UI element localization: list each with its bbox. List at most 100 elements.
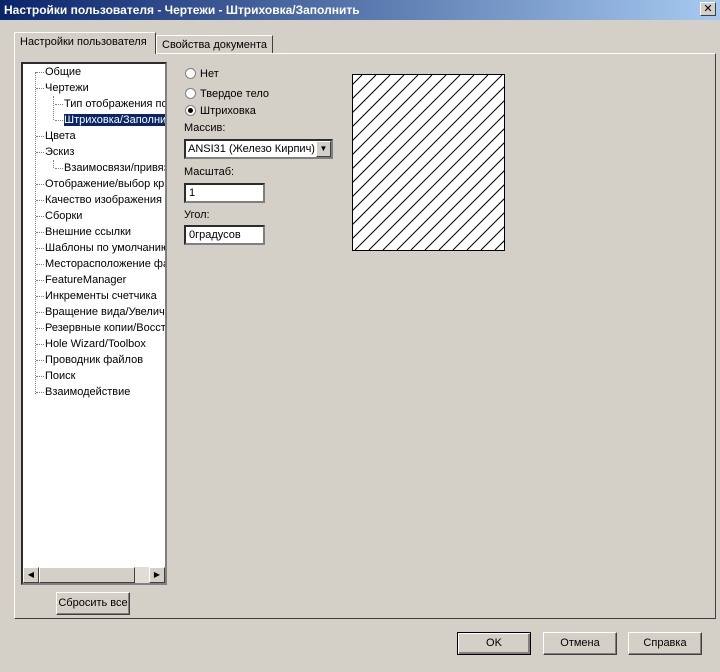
radio-label: Нет bbox=[200, 68, 219, 80]
cancel-button[interactable]: Отмена bbox=[543, 632, 617, 655]
tree-item[interactable]: Шаблоны по умолчанию bbox=[45, 240, 167, 256]
ok-label: OK bbox=[486, 637, 502, 649]
tree-line bbox=[36, 376, 44, 377]
radio-label: Штриховка bbox=[200, 105, 256, 117]
tree-line bbox=[36, 296, 44, 297]
radio-hatch[interactable]: Штриховка bbox=[185, 103, 256, 119]
scroll-left-button[interactable]: ◀ bbox=[23, 567, 39, 583]
tree-line bbox=[55, 168, 63, 169]
tree-line bbox=[35, 72, 36, 394]
tree-item[interactable]: Общие bbox=[45, 64, 81, 80]
tree-item-label: Штриховка/Заполни bbox=[64, 114, 167, 126]
close-button[interactable]: ✕ bbox=[700, 2, 716, 16]
tab-document-properties[interactable]: Свойства документа bbox=[156, 35, 273, 54]
tree-line bbox=[36, 216, 44, 217]
cancel-label: Отмена bbox=[560, 637, 600, 649]
pattern-select[interactable]: ANSI31 (Железо Кирпич) ▼ bbox=[184, 139, 333, 159]
hatch-preview bbox=[352, 74, 505, 251]
tree-item-label: Шаблоны по умолчанию bbox=[45, 242, 167, 254]
tree-line bbox=[36, 200, 44, 201]
tree-item-label: Поиск bbox=[45, 370, 76, 382]
tree-item[interactable]: Вращение вида/Увелич bbox=[45, 304, 165, 320]
tree-line bbox=[36, 328, 44, 329]
tree-item-label: Цвета bbox=[45, 130, 76, 142]
ok-button[interactable]: OK bbox=[457, 632, 531, 655]
hatch-line bbox=[494, 240, 504, 250]
reset-all-button[interactable]: Сбросить все bbox=[56, 592, 130, 615]
tree-line bbox=[55, 104, 63, 105]
tree-line bbox=[36, 392, 44, 393]
tree-item[interactable]: Проводник файлов bbox=[45, 352, 143, 368]
tree-item[interactable]: Отображение/выбор кр bbox=[45, 176, 164, 192]
scale-input[interactable]: 1 bbox=[184, 183, 265, 203]
tree-line bbox=[53, 160, 54, 168]
tree-item-label: Эскиз bbox=[45, 146, 75, 158]
radio-solid[interactable]: Твердое тело bbox=[185, 86, 269, 102]
tree-item[interactable]: Hole Wizard/Toolbox bbox=[45, 336, 146, 352]
tree-line bbox=[36, 136, 44, 137]
hatch-line bbox=[353, 75, 461, 183]
tree-item[interactable]: Инкременты счетчика bbox=[45, 288, 157, 304]
scroll-thumb[interactable] bbox=[39, 567, 135, 583]
pattern-value: ANSI31 (Железо Кирпич) bbox=[188, 143, 315, 155]
tree-line bbox=[36, 248, 44, 249]
tree-item[interactable]: Сборки bbox=[45, 208, 82, 224]
tree-item[interactable]: Поиск bbox=[45, 368, 75, 384]
hatch-line bbox=[353, 75, 489, 211]
tree-item[interactable]: Качество изображения bbox=[45, 192, 162, 208]
tree-item[interactable]: Внешние ссылки bbox=[45, 224, 131, 240]
tree-item-label: Общие bbox=[45, 66, 82, 78]
tree-line bbox=[36, 312, 44, 313]
hatch-line bbox=[452, 198, 504, 250]
tab-user-settings[interactable]: Настройки пользователя bbox=[14, 32, 156, 54]
hatch-line bbox=[353, 75, 419, 141]
tree-item-label: Чертежи bbox=[45, 82, 89, 94]
tree-item[interactable]: Взаимосвязи/привяз bbox=[64, 160, 165, 176]
tree-line bbox=[36, 280, 44, 281]
tree-item[interactable]: Резервные копии/Восст bbox=[45, 320, 166, 336]
tree-item[interactable]: Штриховка/Заполни bbox=[64, 112, 167, 128]
tree-item-label: Качество изображения bbox=[45, 194, 162, 206]
tree-item[interactable]: Цвета bbox=[45, 128, 76, 144]
tree-item[interactable]: Месторасположение фа bbox=[45, 256, 167, 272]
tree-item-label: Резервные копии/Восст bbox=[45, 322, 166, 334]
radio-circle-icon bbox=[185, 68, 196, 79]
tree-item-label: Сборки bbox=[45, 210, 83, 222]
radio-none[interactable]: Нет bbox=[185, 66, 219, 82]
scale-value: 1 bbox=[189, 187, 196, 199]
tree-line bbox=[36, 264, 44, 265]
reset-all-label: Сбросить все bbox=[58, 597, 128, 609]
tab-label: Настройки пользователя bbox=[20, 36, 147, 48]
hatch-line bbox=[438, 184, 504, 250]
tree-item[interactable]: Взаимодействие bbox=[45, 384, 130, 400]
angle-label: Угол: bbox=[184, 209, 210, 221]
tree-item-label: Отображение/выбор кр bbox=[45, 178, 165, 190]
radio-circle-icon bbox=[185, 88, 196, 99]
tree-item-label: Проводник файлов bbox=[45, 354, 144, 366]
scroll-right-button[interactable]: ▶ bbox=[149, 567, 165, 583]
tree-horizontal-scrollbar[interactable]: ◀ ▶ bbox=[23, 567, 165, 583]
tree-item-label: Вращение вида/Увелич bbox=[45, 306, 165, 318]
tree-line bbox=[36, 344, 44, 345]
close-icon: ✕ bbox=[703, 3, 713, 15]
tree-line bbox=[55, 120, 63, 121]
tree-item-label: FeatureManager bbox=[45, 274, 127, 286]
tree-item[interactable]: Тип отображения по bbox=[64, 96, 165, 112]
chevron-down-icon[interactable]: ▼ bbox=[316, 141, 331, 157]
angle-input[interactable]: 0градусов bbox=[184, 225, 265, 245]
hatch-line bbox=[368, 114, 504, 250]
hatch-line bbox=[353, 86, 504, 239]
hatch-line bbox=[396, 142, 504, 250]
tree-line bbox=[53, 96, 54, 120]
tree-item[interactable]: Эскиз bbox=[45, 144, 74, 160]
arrow-left-icon: ◀ bbox=[27, 570, 35, 579]
tree-line bbox=[36, 360, 44, 361]
tree-line bbox=[36, 72, 44, 73]
help-button[interactable]: Справка bbox=[628, 632, 702, 655]
options-tree[interactable]: Общие Чертежи Тип отображения по Штриховка/… bbox=[21, 62, 167, 585]
tree-item-label: Месторасположение фа bbox=[45, 258, 167, 270]
tree-line bbox=[36, 232, 44, 233]
tree-item[interactable]: Чертежи bbox=[45, 80, 89, 96]
tab-label: Свойства документа bbox=[162, 39, 267, 51]
tree-item[interactable]: FeatureManager bbox=[45, 272, 126, 288]
